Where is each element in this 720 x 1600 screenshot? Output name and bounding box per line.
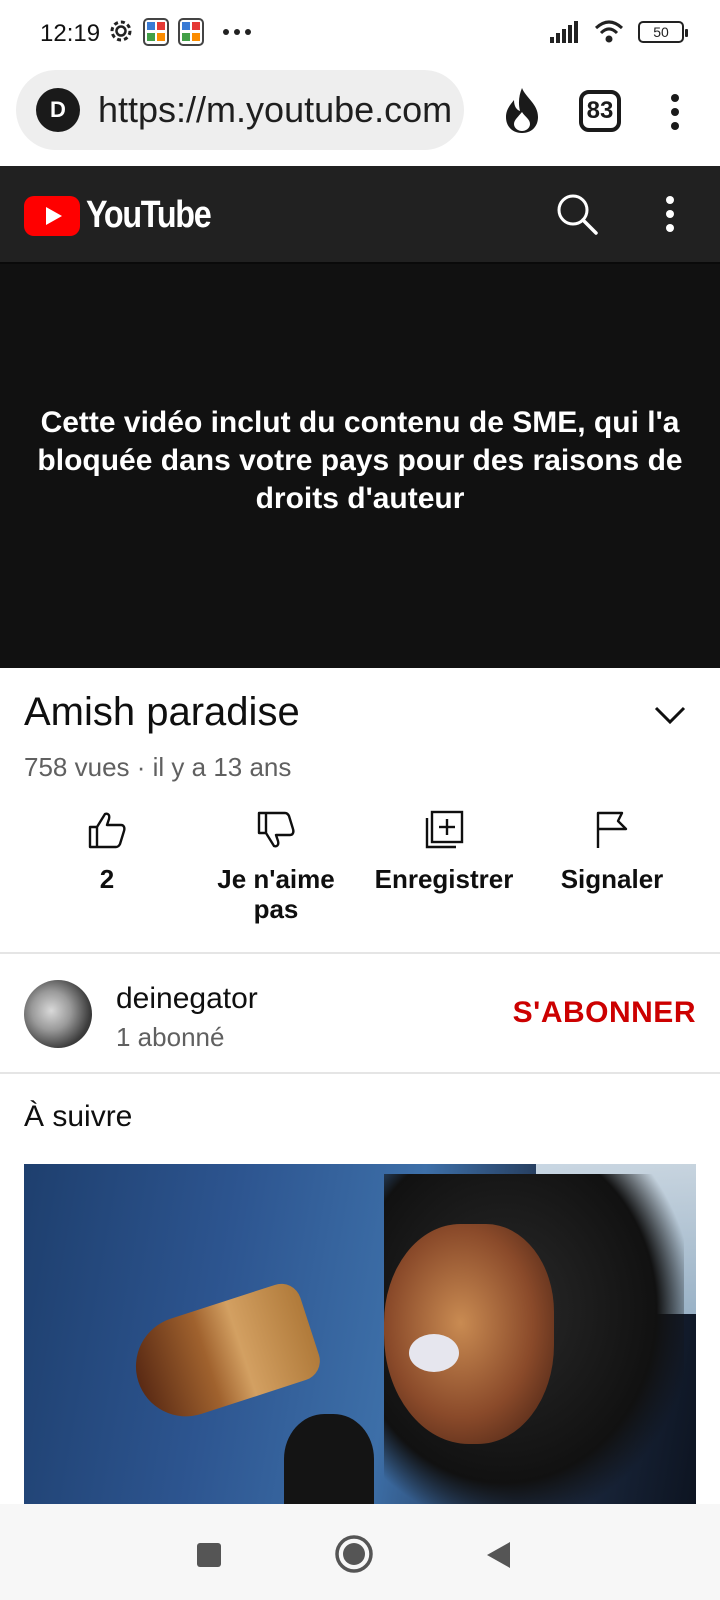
video-player[interactable]: Cette vidéo inclut du contenu de SME, qu… — [0, 264, 720, 668]
thumbnail-face — [384, 1224, 554, 1444]
report-button[interactable]: Signaler — [528, 810, 696, 894]
more-dots-icon — [223, 29, 251, 35]
thumbs-up-icon — [88, 812, 126, 849]
fire-icon[interactable] — [500, 86, 544, 134]
subscribe-button[interactable]: S'ABONNER — [513, 996, 696, 1030]
overflow-menu-icon[interactable] — [660, 92, 690, 132]
dislike-button[interactable]: Je n'aime pas — [192, 810, 360, 924]
blocked-message: Cette vidéo inclut du contenu de SME, qu… — [37, 406, 683, 515]
play-logo-icon — [24, 195, 80, 236]
browser-toolbar: D https://m.youtube.com 83 — [0, 66, 720, 166]
status-indicators: 50 — [550, 20, 688, 44]
app-icon — [178, 18, 204, 46]
video-metadata: 758 vues · il y a 13 ans — [24, 752, 292, 782]
overflow-menu-icon[interactable] — [655, 194, 685, 234]
divider — [0, 952, 720, 954]
report-label: Signaler — [560, 864, 664, 894]
url-text[interactable]: https://m.youtube.com — [98, 90, 454, 130]
video-title[interactable]: Amish paradise — [24, 690, 300, 735]
thumbs-down-icon — [257, 811, 295, 848]
home-icon[interactable] — [334, 1534, 374, 1574]
tabs-count-button[interactable]: 83 — [579, 90, 621, 132]
gear-icon — [110, 20, 132, 42]
thumbnail-microphone — [122, 1278, 326, 1430]
save-button[interactable]: Enregistrer — [360, 810, 528, 894]
app-icon — [143, 18, 169, 46]
like-button[interactable]: 2 — [23, 810, 191, 894]
search-icon[interactable] — [555, 192, 599, 236]
channel-avatar[interactable] — [24, 980, 92, 1048]
status-bar: 12:19 50 — [0, 0, 720, 66]
up-next-thumbnail[interactable] — [24, 1164, 696, 1504]
action-bar: 2 Je n'aime pas Enregistrer Signaler — [0, 810, 720, 950]
channel-name[interactable]: deinegator — [116, 982, 258, 1016]
recents-icon[interactable] — [196, 1542, 222, 1568]
site-info-badge[interactable]: D — [36, 88, 80, 132]
flag-icon — [596, 811, 628, 848]
like-count: 2 — [99, 864, 115, 894]
add-to-playlist-icon — [425, 810, 464, 849]
divider — [0, 1072, 720, 1074]
thumbnail-hand — [284, 1414, 374, 1504]
save-label: Enregistrer — [374, 864, 514, 894]
system-nav-bar — [0, 1504, 720, 1600]
up-next-heading: À suivre — [24, 1100, 133, 1133]
youtube-logo[interactable]: YouTube — [24, 194, 232, 237]
signal-icon — [550, 21, 578, 43]
thumbnail-mouth — [409, 1334, 459, 1372]
chevron-down-icon[interactable] — [650, 700, 690, 730]
battery-icon: 50 — [638, 21, 688, 43]
youtube-logo-text: YouTube — [86, 194, 212, 236]
wifi-icon — [594, 20, 624, 43]
url-bar[interactable]: D https://m.youtube.com — [16, 70, 464, 150]
back-icon[interactable] — [484, 1540, 512, 1570]
subscriber-count: 1 abonné — [116, 1022, 225, 1052]
youtube-header: YouTube — [0, 166, 720, 264]
dislike-label: Je n'aime pas — [217, 864, 335, 924]
status-time: 12:19 — [40, 20, 101, 47]
